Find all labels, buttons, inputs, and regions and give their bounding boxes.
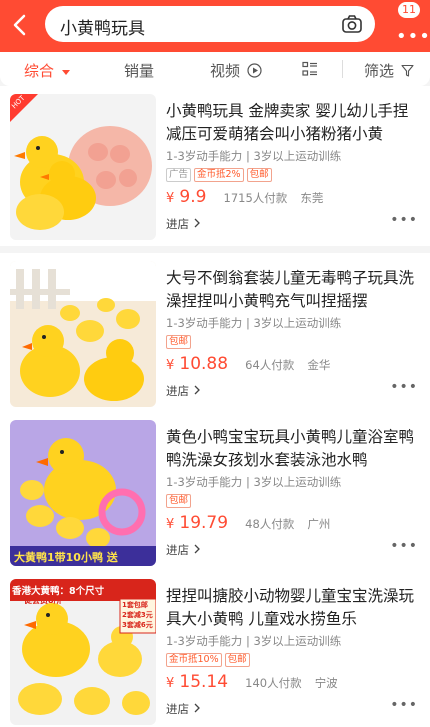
product-price: 9.9: [179, 187, 207, 207]
tab-comprehensive-label: 综合: [24, 62, 55, 80]
currency-symbol: ¥: [166, 191, 175, 206]
caret-down-icon: [61, 70, 70, 75]
tab-video[interactable]: 视频: [210, 60, 262, 81]
list-layout-icon: [302, 61, 317, 76]
product-tags: 金币抵10% 包邮: [166, 653, 253, 667]
duck-toys-image: [10, 261, 156, 407]
image-promo-banner: 大黄鸭1带10小鸭 送: [14, 551, 118, 564]
search-input[interactable]: 小黄鸭玩具: [45, 6, 375, 42]
coin-discount-tag: 金币抵2%: [194, 168, 244, 182]
product-card[interactable]: 大黄鸭1带10小鸭 送 黄色小鸭宝宝玩具小黄鸭儿童浴室鸭鸭洗澡女孩划水套装泳池水…: [0, 412, 430, 572]
product-tags: 包邮: [166, 494, 194, 508]
ship-location: 广州: [307, 517, 331, 531]
product-image[interactable]: HOT: [10, 94, 156, 240]
enter-store-label: 进店: [166, 543, 189, 557]
product-price: 19.79: [179, 513, 229, 533]
back-button[interactable]: [6, 8, 36, 42]
chevron-right-icon: [194, 544, 200, 554]
sold-count: 64人付款: [245, 358, 295, 372]
product-title[interactable]: 大号不倒翁套装儿童无毒鸭子玩具洗澡捏捏叫小黄鸭充气叫捏摇摆: [166, 267, 416, 313]
product-card[interactable]: 大号不倒翁套装儿童无毒鸭子玩具洗澡捏捏叫小黄鸭充气叫捏摇摆 1-3岁动手能力 |…: [0, 253, 430, 413]
ship-location: 金华: [307, 358, 331, 372]
chevron-right-icon: [194, 218, 200, 228]
more-options-icon[interactable]: •••: [390, 697, 418, 713]
price-row: ¥ 10.88 64人付款 金华: [166, 354, 338, 374]
enter-store-link[interactable]: 进店: [166, 701, 201, 717]
layout-toggle-button[interactable]: [302, 61, 318, 81]
currency-symbol: ¥: [166, 517, 175, 532]
product-card[interactable]: 香港大黄鸭：8个尺寸 促会员8所 1套包邮 2套减3元 3套减6元 捏捏叫搪胶小…: [0, 571, 430, 727]
product-tags: 广告 金币抵2% 包邮: [166, 168, 275, 182]
notification-badge: 11: [398, 2, 420, 18]
product-image[interactable]: 香港大黄鸭：8个尺寸 促会员8所 1套包邮 2套减3元 3套减6元: [10, 579, 156, 725]
more-options-icon[interactable]: •••: [390, 538, 418, 554]
product-attributes: 1-3岁动手能力 | 3岁以上运动训练: [166, 475, 342, 489]
chevron-left-icon: [13, 14, 26, 36]
hot-badge: HOT: [10, 94, 38, 122]
product-price: 10.88: [179, 354, 229, 374]
promo-line: 1套包邮: [122, 601, 148, 609]
tab-sales[interactable]: 销量: [124, 60, 154, 81]
tab-video-label: 视频: [210, 62, 241, 80]
coin-discount-tag: 金币抵10%: [166, 653, 222, 667]
ad-tag: 广告: [166, 168, 192, 182]
product-card[interactable]: HOT 小黄鸭玩具 金牌卖家 婴儿幼儿手捏减压可爱萌猪会叫小猪粉猪小黄 1-3岁…: [0, 86, 430, 246]
enter-store-label: 进店: [166, 384, 189, 398]
price-row: ¥ 15.14 140人付款 宁波: [166, 672, 346, 692]
product-image[interactable]: [10, 261, 156, 407]
sold-count: 1715人付款: [223, 191, 288, 205]
product-attributes: 1-3岁动手能力 | 3岁以上运动训练: [166, 316, 342, 330]
free-shipping-tag: 包邮: [166, 494, 192, 508]
free-shipping-tag: 包邮: [224, 653, 250, 667]
tab-filter[interactable]: 筛选: [364, 60, 414, 81]
promo-line: 3套减6元: [122, 621, 153, 629]
currency-symbol: ¥: [166, 358, 175, 373]
filter-bar: 综合 销量 视频 筛选: [0, 52, 430, 86]
product-attributes: 1-3岁动手能力 | 3岁以上运动训练: [166, 149, 342, 163]
price-row: ¥ 19.79 48人付款 广州: [166, 513, 338, 533]
funnel-icon: [401, 64, 414, 77]
more-options-icon[interactable]: •••: [390, 212, 418, 228]
currency-symbol: ¥: [166, 676, 175, 691]
product-attributes: 1-3岁动手能力 | 3岁以上运动训练: [166, 634, 342, 648]
enter-store-label: 进店: [166, 702, 189, 716]
product-title[interactable]: 黄色小鸭宝宝玩具小黄鸭儿童浴室鸭鸭洗澡女孩划水套装泳池水鸭: [166, 426, 416, 472]
filter-divider: [342, 60, 343, 78]
product-tags: 包邮: [166, 335, 194, 349]
promo-line: 2套减3元: [122, 611, 153, 619]
top-bar: 小黄鸭玩具 11 •••: [0, 0, 430, 52]
enter-store-label: 进店: [166, 217, 189, 231]
duck-toys-image: [10, 420, 156, 566]
ship-location: 东莞: [300, 191, 324, 205]
product-title[interactable]: 捏捏叫搪胶小动物婴儿童宝宝洗澡玩具大小黄鸭 儿童戏水捞鱼乐: [166, 585, 416, 631]
chevron-right-icon: [194, 385, 200, 395]
free-shipping-tag: 包邮: [166, 335, 192, 349]
enter-store-link[interactable]: 进店: [166, 542, 201, 558]
product-price: 15.14: [179, 672, 229, 692]
play-circle-icon: [247, 63, 262, 78]
tab-comprehensive[interactable]: 综合: [24, 60, 71, 81]
product-image[interactable]: 大黄鸭1带10小鸭 送: [10, 420, 156, 566]
more-menu-button[interactable]: 11 •••: [392, 2, 430, 48]
camera-icon[interactable]: [341, 13, 363, 35]
sold-count: 140人付款: [245, 676, 302, 690]
chevron-right-icon: [194, 703, 200, 713]
free-shipping-tag: 包邮: [246, 168, 272, 182]
image-member-note: 促会员8所: [24, 596, 62, 605]
price-row: ¥ 9.9 1715人付款 东莞: [166, 187, 331, 207]
ship-location: 宁波: [314, 676, 338, 690]
more-options-icon[interactable]: •••: [390, 379, 418, 395]
product-title[interactable]: 小黄鸭玩具 金牌卖家 婴儿幼儿手捏减压可爱萌猪会叫小猪粉猪小黄: [166, 100, 416, 146]
enter-store-link[interactable]: 进店: [166, 383, 201, 399]
more-dots-icon: •••: [396, 26, 430, 47]
search-query-text: 小黄鸭玩具: [60, 19, 145, 39]
tab-filter-label: 筛选: [364, 62, 395, 80]
enter-store-link[interactable]: 进店: [166, 216, 201, 232]
sold-count: 48人付款: [245, 517, 295, 531]
tab-sales-label: 销量: [124, 62, 155, 80]
